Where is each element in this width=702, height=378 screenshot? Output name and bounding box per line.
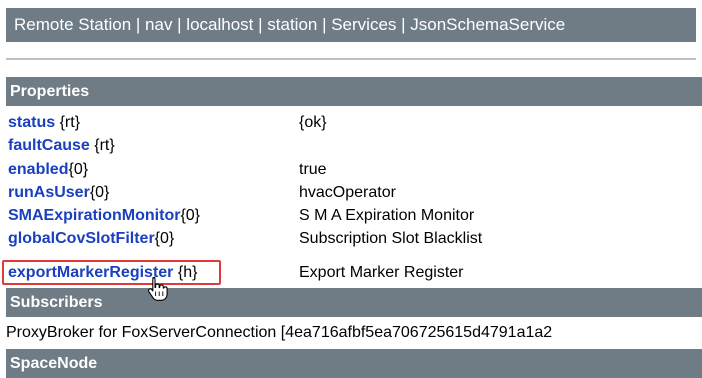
property-link-globalcovslotfilter[interactable]: globalCovSlotFilter [8, 230, 155, 247]
property-link-smaexpirationmonitor[interactable]: SMAExpirationMonitor [8, 207, 180, 224]
divider [6, 58, 696, 60]
property-flags: {rt} [89, 137, 115, 154]
property-row-enabled: enabled{0} true [8, 159, 702, 180]
subscribers-header: Subscribers [6, 288, 702, 317]
property-value: true [299, 161, 327, 178]
property-value: hvacOperator [299, 184, 396, 201]
property-flags: {0} [154, 230, 175, 247]
property-row-globalcovslotfilter: globalCovSlotFilter{0} Subscription Slot… [8, 228, 702, 249]
property-value: Subscription Slot Blacklist [299, 230, 483, 247]
property-link-runasuser[interactable]: runAsUser [8, 184, 90, 201]
property-flags: {rt} [55, 114, 81, 131]
property-value: S M A Expiration Monitor [299, 207, 475, 224]
property-flags: {0} [89, 184, 110, 201]
hand-pointer-icon [147, 276, 168, 301]
property-value: Export Marker Register [299, 264, 464, 281]
property-flags: {0} [68, 161, 89, 178]
breadcrumb: Remote Station | nav | localhost | stati… [6, 8, 696, 42]
property-row-status: status {rt} {ok} [8, 112, 702, 133]
property-row-smaexpirationmonitor: SMAExpirationMonitor{0} S M A Expiration… [8, 205, 702, 226]
subscriber-row: ProxyBroker for FoxServerConnection [4ea… [6, 324, 553, 341]
property-link-status[interactable]: status [8, 114, 55, 131]
property-link-enabled[interactable]: enabled [8, 161, 68, 178]
property-link-faultcause[interactable]: faultCause [8, 137, 90, 154]
property-value: {ok} [299, 114, 327, 131]
spacenode-header: SpaceNode [6, 349, 702, 378]
property-row-runasuser: runAsUser{0} hvacOperator [8, 182, 702, 203]
property-flags: {0} [180, 207, 201, 224]
property-row-faultcause: faultCause {rt} [8, 135, 702, 156]
properties-header: Properties [6, 77, 702, 106]
highlight-box [2, 260, 221, 285]
